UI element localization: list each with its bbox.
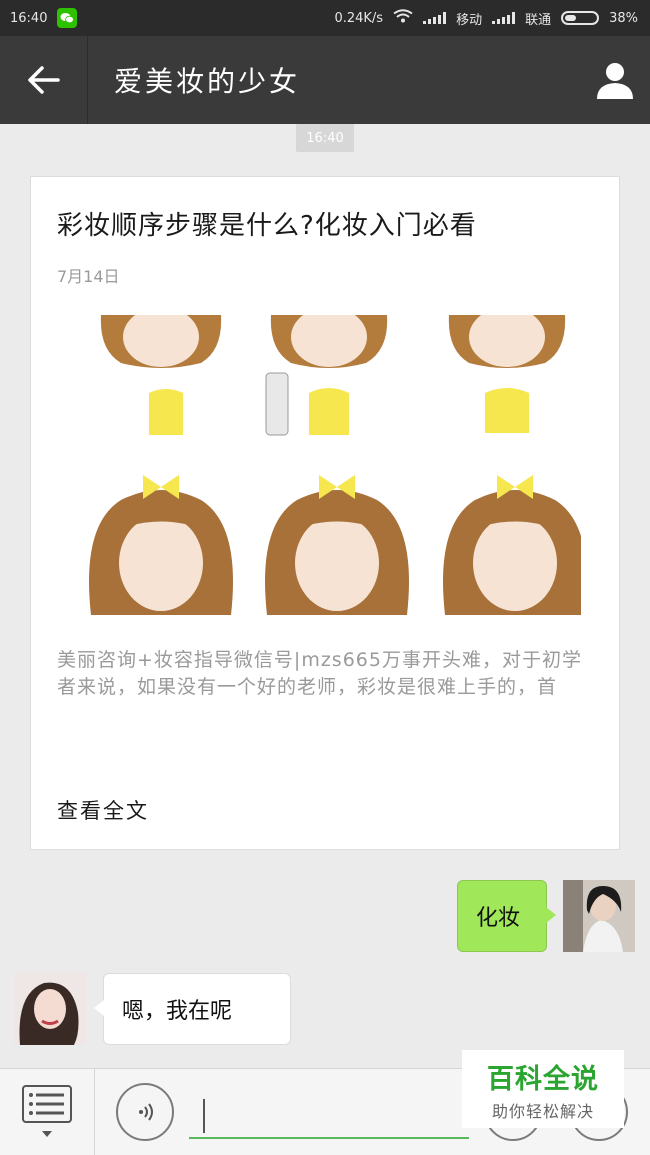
carrier-1: 移动	[456, 12, 483, 28]
article-cover-image	[71, 307, 587, 617]
received-message-text: 嗯，我在呢	[122, 999, 233, 1024]
signal-icon-1	[423, 12, 447, 24]
person-icon	[597, 63, 633, 99]
signal-icon-2	[492, 12, 516, 24]
status-bar: 16:40 0.24K/s 移动 联通 38%	[0, 0, 650, 36]
menu-button[interactable]	[0, 1069, 95, 1155]
profile-button[interactable]	[580, 36, 650, 124]
voice-icon	[139, 1103, 153, 1121]
received-message-bubble[interactable]: 嗯，我在呢	[94, 973, 291, 1045]
watermark-sub: 助你轻松解决	[491, 1101, 594, 1121]
sent-message-bubble[interactable]: 化妆	[457, 880, 556, 952]
text-cursor	[203, 1099, 205, 1133]
voice-input-button[interactable]	[116, 1083, 174, 1141]
battery-fill	[565, 15, 577, 21]
status-time: 16:40	[10, 10, 48, 26]
battery-icon	[561, 11, 600, 25]
list-menu-icon	[22, 1084, 72, 1137]
network-speed: 0.24K/s	[334, 10, 384, 26]
contact-avatar[interactable]	[14, 973, 86, 1045]
watermark: 百科全说 助你轻松解决	[462, 1050, 624, 1128]
read-more-link[interactable]: 查看全文	[57, 795, 149, 825]
wifi-icon	[393, 9, 413, 27]
article-date: 7月14日	[57, 267, 120, 286]
carrier-2: 联通	[525, 12, 552, 28]
article-card[interactable]: 彩妆顺序步骤是什么?化妆入门必看 7月14日 美丽咨询+妆容指导微信号|mzs6…	[30, 176, 620, 850]
back-button[interactable]	[0, 36, 88, 124]
article-summary: 美丽咨询+妆容指导微信号|mzs665万事开头难，对于初学者来说，如果没有一个好…	[57, 649, 582, 698]
article-title: 彩妆顺序步骤是什么?化妆入门必看	[57, 211, 477, 241]
message-input[interactable]	[189, 1087, 469, 1139]
battery-percent: 38%	[609, 10, 638, 26]
wechat-notification-icon	[57, 8, 78, 28]
my-avatar[interactable]	[563, 880, 635, 952]
back-arrow-icon	[27, 66, 60, 94]
message-timestamp: 16:40	[296, 124, 354, 152]
chat-title: 爱美妆的少女	[114, 65, 301, 98]
sent-message-text: 化妆	[476, 906, 521, 931]
title-bar: 爱美妆的少女	[0, 36, 650, 124]
watermark-main: 百科全说	[487, 1063, 599, 1095]
